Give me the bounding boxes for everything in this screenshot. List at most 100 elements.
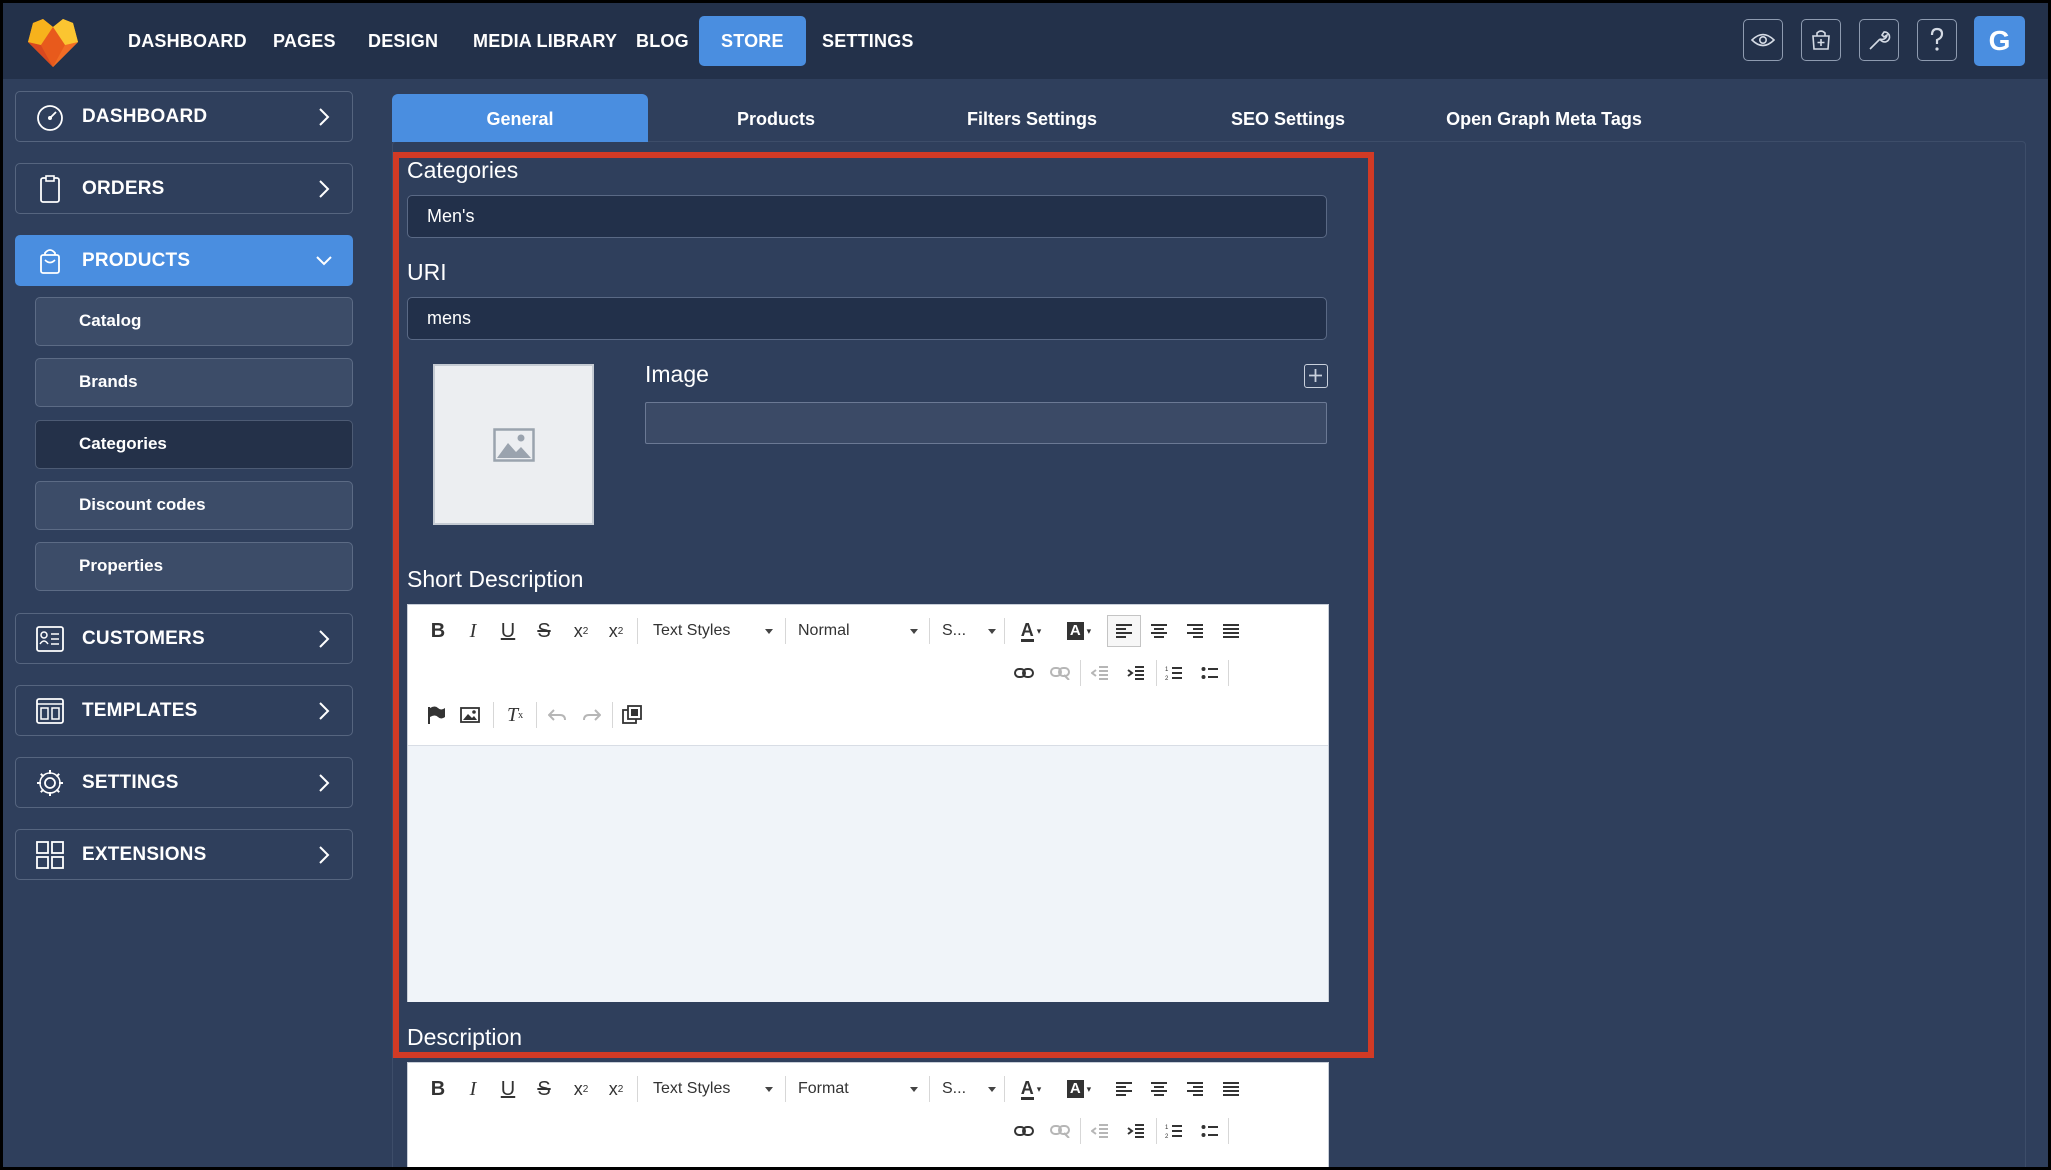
indent-icon[interactable] [1124,659,1148,687]
indent-icon[interactable] [1124,1117,1148,1145]
numbered-list-icon[interactable]: 12 [1162,659,1186,687]
sidebar-subitem-properties[interactable]: Properties [35,542,353,591]
link-icon[interactable] [1012,659,1036,687]
categories-field[interactable] [407,195,1327,238]
uri-label: URI [407,259,447,285]
preview-button[interactable] [1743,19,1783,61]
topnav-blog[interactable]: BLOG [614,16,711,66]
underline-icon[interactable]: U [496,617,520,645]
topnav-store[interactable]: STORE [699,16,806,66]
format-select[interactable]: Normal [798,616,918,646]
sidebar-item-dashboard[interactable]: DASHBOARD [15,91,353,142]
outdent-icon[interactable] [1088,659,1112,687]
svg-text:1: 1 [1165,1125,1169,1131]
source-code-icon[interactable] [620,701,644,729]
topnav-design[interactable]: DESIGN [346,16,460,66]
superscript-icon[interactable]: x2 [603,617,629,645]
chevron-right-icon [319,108,330,126]
bulleted-list-icon[interactable] [1198,659,1222,687]
store-button[interactable] [1801,19,1841,61]
sidebar-subitem-discount-codes[interactable]: Discount codes [35,481,353,530]
plus-icon [1309,369,1322,382]
background-color-icon[interactable]: A ▾ [1062,617,1096,645]
justify-icon[interactable] [1219,1075,1243,1103]
text-styles-value: Text Styles [653,622,731,639]
sidebar-item-templates[interactable]: TEMPLATES [15,685,353,736]
short-description-content[interactable] [408,745,1328,1002]
tab-general[interactable]: General [392,94,648,142]
bold-icon[interactable]: B [426,1075,450,1103]
chevron-right-icon [319,180,330,198]
align-right-icon[interactable] [1183,617,1207,645]
image-path-field[interactable] [645,402,1327,444]
eye-icon [1751,33,1775,47]
text-styles-select[interactable]: Text Styles [653,616,773,646]
sidebar-item-customers[interactable]: CUSTOMERS [15,613,353,664]
contact-card-icon [36,626,64,652]
image-preview[interactable] [433,364,594,525]
redo-icon[interactable] [580,701,604,729]
undo-icon[interactable] [545,701,569,729]
shopping-bag-icon [40,249,60,274]
italic-icon[interactable]: I [461,1075,485,1103]
strikethrough-icon[interactable]: S [532,617,556,645]
image-placeholder-icon [492,427,535,462]
text-styles-select[interactable]: Text Styles [653,1074,773,1104]
justify-icon[interactable] [1219,617,1243,645]
subscript-icon[interactable]: x2 [568,1075,594,1103]
sidebar-subitem-brands[interactable]: Brands [35,358,353,407]
sidebar-subitem-categories[interactable]: Categories [35,420,353,469]
text-color-icon[interactable]: A ▾ [1014,617,1048,645]
sidebar-item-extensions[interactable]: EXTENSIONS [15,829,353,880]
font-size-select[interactable]: S... [942,1074,996,1104]
sidebar-item-orders[interactable]: ORDERS [15,163,353,214]
strikethrough-icon[interactable]: S [532,1075,556,1103]
align-left-icon[interactable] [1107,615,1141,647]
align-right-icon[interactable] [1183,1075,1207,1103]
italic-icon[interactable]: I [461,617,485,645]
insert-image-icon[interactable] [458,701,482,729]
unlink-icon[interactable] [1048,659,1072,687]
subscript-icon[interactable]: x2 [568,617,594,645]
sidebar-item-settings[interactable]: SETTINGS [15,757,353,808]
remove-format-icon[interactable]: Tx [503,701,527,729]
add-image-button[interactable] [1304,364,1328,388]
align-center-icon[interactable] [1147,1075,1171,1103]
font-size-select[interactable]: S... [942,616,996,646]
app-logo[interactable] [25,15,81,69]
svg-text:2: 2 [1165,1134,1169,1139]
chevron-right-icon [319,774,330,792]
tab-seo-settings[interactable]: SEO Settings [1160,94,1416,142]
outdent-icon[interactable] [1088,1117,1112,1145]
tab-filters-settings[interactable]: Filters Settings [904,94,1160,142]
align-center-icon[interactable] [1147,617,1171,645]
background-color-icon[interactable]: A ▾ [1062,1075,1096,1103]
underline-icon[interactable]: U [496,1075,520,1103]
sidebar-item-products[interactable]: PRODUCTS [15,235,353,286]
user-avatar[interactable]: G [1974,16,2025,66]
topnav-dashboard[interactable]: DASHBOARD [106,16,269,66]
help-button[interactable] [1917,19,1957,61]
unlink-icon[interactable] [1048,1117,1072,1145]
sidebar-item-label: CUSTOMERS [82,627,205,649]
tab-products[interactable]: Products [648,94,904,142]
superscript-icon[interactable]: x2 [603,1075,629,1103]
bulleted-list-icon[interactable] [1198,1117,1222,1145]
description-editor: B I U S x2 x2 Text Styles Format S... A ▾… [407,1062,1329,1167]
bold-icon[interactable]: B [426,617,450,645]
topnav-media-library[interactable]: MEDIA LIBRARY [451,16,639,66]
format-select[interactable]: Format [798,1074,918,1104]
link-icon[interactable] [1012,1117,1036,1145]
sidebar-subitem-catalog[interactable]: Catalog [35,297,353,346]
tab-open-graph-meta-tags[interactable]: Open Graph Meta Tags [1416,94,1672,142]
chevron-right-icon [319,630,330,648]
topnav-settings[interactable]: SETTINGS [800,16,936,66]
topnav-pages[interactable]: PAGES [251,16,358,66]
tools-button[interactable] [1859,19,1899,61]
align-left-icon[interactable] [1112,1075,1136,1103]
svg-text:1: 1 [1165,667,1169,673]
flag-icon[interactable] [424,701,448,729]
text-color-icon[interactable]: A ▾ [1014,1075,1048,1103]
uri-field[interactable] [407,297,1327,340]
numbered-list-icon[interactable]: 12 [1162,1117,1186,1145]
